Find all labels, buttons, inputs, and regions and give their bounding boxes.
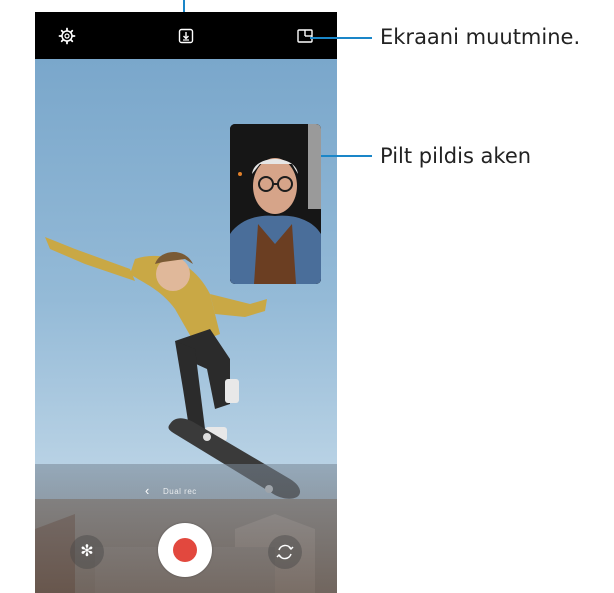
camera-switch-icon[interactable] xyxy=(268,535,302,569)
phone-screen: ‹ Dual rec ✻ xyxy=(35,12,337,593)
callout-split-screen: Ekraani muutmine. xyxy=(380,25,581,49)
pip-window[interactable] xyxy=(230,124,321,284)
callout-line-split xyxy=(310,37,372,39)
record-button[interactable] xyxy=(158,523,212,577)
callout-line-top xyxy=(183,0,185,12)
flower-icon[interactable]: ✻ xyxy=(70,535,104,569)
gear-icon[interactable] xyxy=(57,26,77,46)
download-icon[interactable] xyxy=(176,26,196,46)
record-dot xyxy=(173,538,197,562)
camera-controls: ‹ Dual rec ✻ xyxy=(35,464,337,593)
split-screen-icon[interactable] xyxy=(295,26,315,46)
callout-line-pip xyxy=(321,155,372,157)
mode-label[interactable]: Dual rec xyxy=(163,487,197,496)
pip-face-photo xyxy=(230,124,321,284)
callout-pip-window: Pilt pildis aken xyxy=(380,144,532,168)
chevron-left-icon[interactable]: ‹ xyxy=(145,483,149,498)
camera-top-bar xyxy=(35,12,337,59)
